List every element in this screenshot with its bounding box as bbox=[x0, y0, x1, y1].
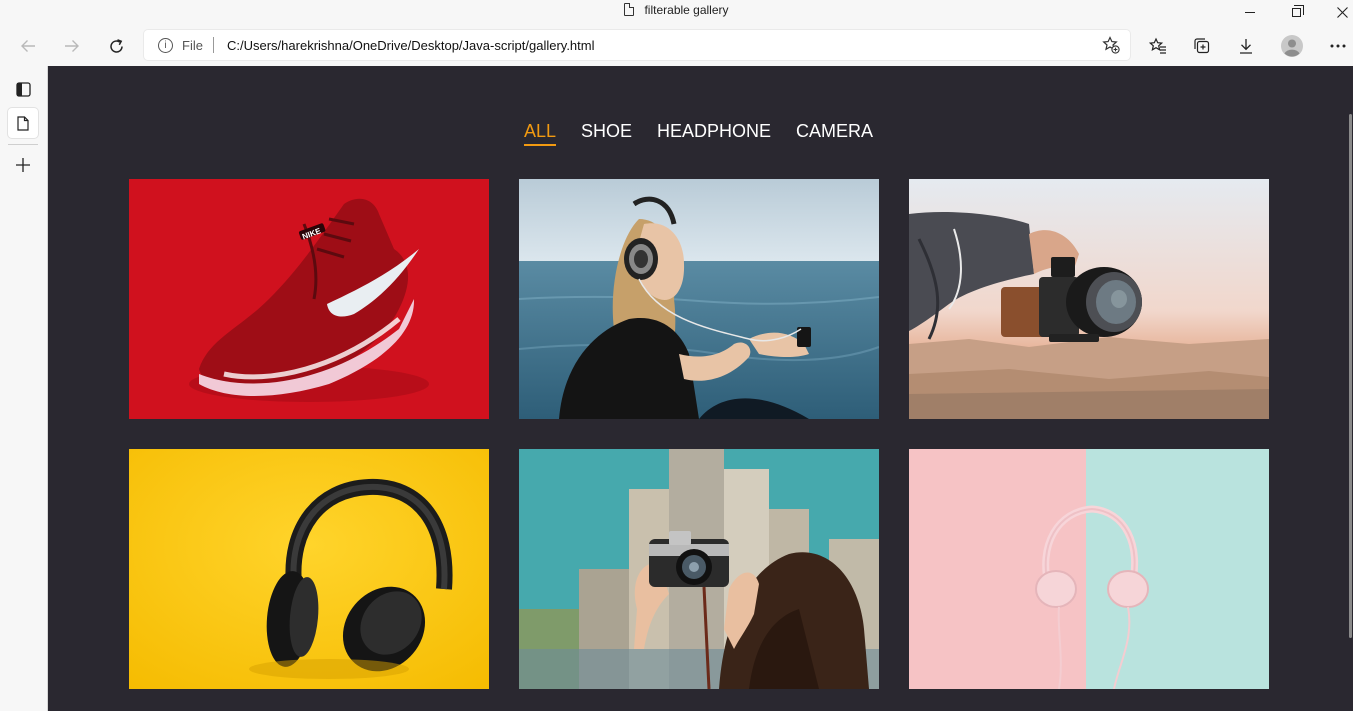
gallery-item-headphone[interactable] bbox=[129, 449, 489, 689]
browser-toolbar: i File C:/Users/harekrishna/OneDrive/Des… bbox=[0, 24, 1353, 66]
profile-button[interactable] bbox=[1278, 32, 1306, 60]
download-icon bbox=[1240, 39, 1252, 54]
back-arrow-icon bbox=[21, 40, 35, 52]
tab-gallery[interactable] bbox=[8, 108, 38, 138]
downloads-button[interactable] bbox=[1232, 32, 1260, 60]
filter-camera[interactable]: CAMERA bbox=[796, 121, 873, 146]
plus-icon bbox=[16, 158, 30, 172]
gallery-item-headphone[interactable] bbox=[519, 179, 879, 419]
forward-button[interactable] bbox=[58, 32, 86, 60]
address-scheme-label: File bbox=[182, 38, 203, 53]
add-favorite-icon[interactable] bbox=[1102, 36, 1120, 54]
hand-camera-desert-image bbox=[909, 179, 1269, 419]
vertical-tabs-sidebar bbox=[0, 66, 48, 711]
filter-all[interactable]: ALL bbox=[523, 121, 556, 146]
scrollbar-thumb[interactable] bbox=[1349, 114, 1352, 638]
woman-headphones-sea-image bbox=[519, 179, 879, 419]
window-title: filterable gallery bbox=[0, 3, 1353, 17]
refresh-button[interactable] bbox=[102, 32, 130, 60]
filter-shoe[interactable]: SHOE bbox=[581, 121, 632, 146]
pink-headphones-pastel-image bbox=[909, 449, 1269, 689]
collections-button[interactable] bbox=[1188, 32, 1216, 60]
tab-actions-button[interactable] bbox=[8, 74, 38, 104]
title-bar: filterable gallery bbox=[0, 0, 1353, 24]
favorites-button[interactable] bbox=[1144, 32, 1172, 60]
avatar-icon bbox=[1281, 35, 1303, 57]
gallery-item-camera[interactable] bbox=[519, 449, 879, 689]
page-content: ALL SHOE HEADPHONE CAMERA NIKE bbox=[48, 66, 1353, 711]
close-icon bbox=[1336, 6, 1348, 18]
url-text[interactable]: C:/Users/harekrishna/OneDrive/Desktop/Ja… bbox=[227, 38, 595, 53]
more-button[interactable] bbox=[1324, 32, 1352, 60]
collections-icon bbox=[1194, 38, 1210, 54]
restore-button[interactable] bbox=[1273, 0, 1319, 24]
refresh-icon bbox=[109, 38, 123, 53]
forward-arrow-icon bbox=[65, 40, 79, 52]
page-icon bbox=[17, 115, 29, 131]
address-separator bbox=[213, 37, 214, 53]
gallery-item-shoe[interactable]: NIKE bbox=[129, 179, 489, 419]
red-sneaker-image: NIKE bbox=[129, 179, 489, 419]
black-headphones-yellow-image bbox=[129, 449, 489, 689]
info-icon[interactable]: i bbox=[158, 38, 173, 53]
back-button[interactable] bbox=[14, 32, 42, 60]
gallery-item-camera[interactable] bbox=[909, 179, 1269, 419]
more-dots-icon bbox=[1330, 44, 1346, 48]
minimize-button[interactable] bbox=[1227, 0, 1273, 24]
woman-camera-city-image bbox=[519, 449, 879, 689]
sidebar-divider bbox=[8, 144, 38, 145]
filter-bar: ALL SHOE HEADPHONE CAMERA bbox=[48, 121, 1353, 146]
close-button[interactable] bbox=[1319, 0, 1353, 24]
tab-actions-icon bbox=[15, 81, 31, 97]
minimize-icon bbox=[1245, 11, 1255, 13]
page-icon bbox=[624, 3, 635, 16]
window-title-text: filterable gallery bbox=[644, 3, 729, 17]
gallery-item-headphone[interactable] bbox=[909, 449, 1269, 689]
gallery-grid: NIKE bbox=[129, 179, 1269, 689]
address-bar[interactable]: i File C:/Users/harekrishna/OneDrive/Des… bbox=[144, 30, 1130, 60]
scrollbar[interactable] bbox=[1347, 66, 1353, 711]
filter-headphone[interactable]: HEADPHONE bbox=[657, 121, 771, 146]
favorites-star-icon bbox=[1149, 37, 1166, 54]
new-tab-button[interactable] bbox=[8, 150, 38, 180]
restore-icon bbox=[1291, 4, 1304, 17]
